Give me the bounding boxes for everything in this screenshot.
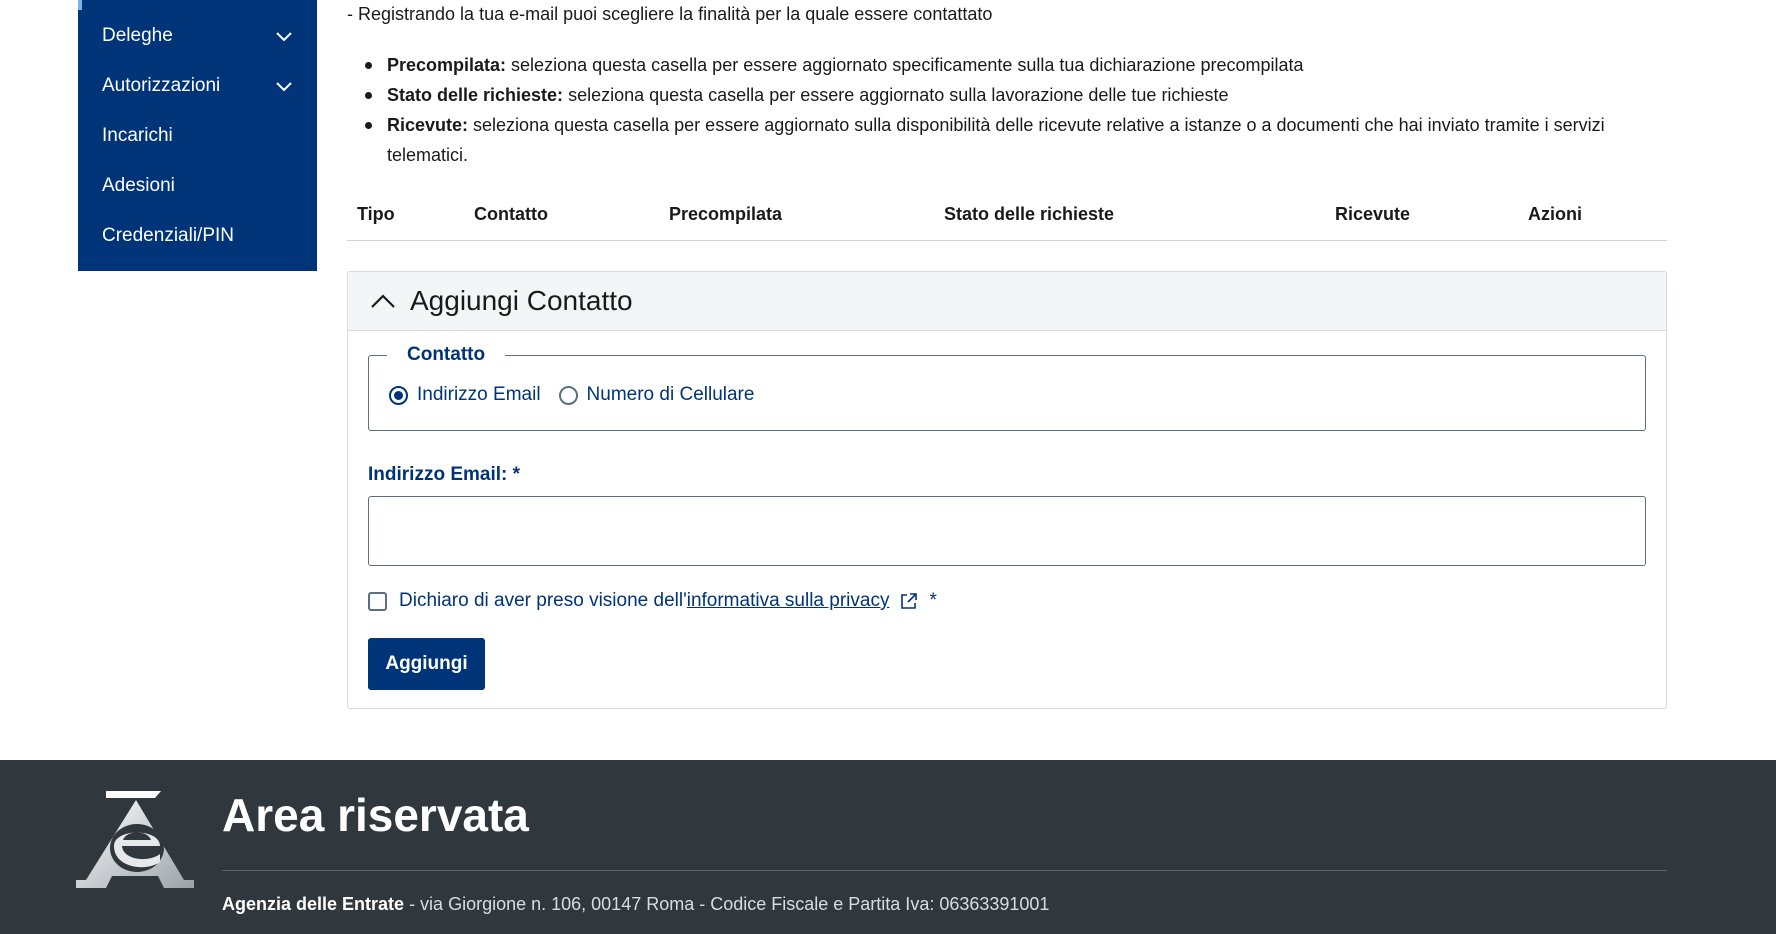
- list-item: Stato delle richieste: seleziona questa …: [347, 80, 1667, 110]
- footer-title: Area riservata: [222, 789, 529, 841]
- radio-cellulare-label[interactable]: Numero di Cellulare: [587, 384, 755, 406]
- radio-email-label[interactable]: Indirizzo Email: [417, 384, 541, 406]
- chevron-up-icon: [371, 294, 395, 308]
- bullet-term: Stato delle richieste:: [387, 85, 564, 105]
- footer-org: Agenzia delle Entrate: [222, 894, 405, 914]
- sidebar-item-credenziali[interactable]: Credenziali/PIN: [78, 211, 317, 261]
- accordion-title: Aggiungi Contatto: [410, 285, 633, 316]
- bullet-term: Ricevute:: [387, 115, 469, 135]
- privacy-consent: Dichiaro di aver preso visione dell' info…: [368, 590, 937, 612]
- footer-address-text: - via Giorgione n. 106, 00147 Roma - Cod…: [404, 894, 1050, 914]
- bullet-text: seleziona questa casella per essere aggi…: [563, 85, 1229, 105]
- footer-address: Agenzia delle Entrate - via Giorgione n.…: [222, 894, 1049, 915]
- sidebar-item-autorizzazioni[interactable]: Autorizzazioni: [78, 61, 317, 111]
- bullet-text: seleziona questa casella per essere aggi…: [506, 55, 1304, 75]
- external-link-icon[interactable]: [899, 591, 919, 611]
- required-mark: *: [929, 590, 937, 611]
- sidebar-item-label: Autorizzazioni: [102, 75, 221, 96]
- column-header-ricevute: Ricevute: [1335, 204, 1411, 224]
- add-contact-button[interactable]: Aggiungi: [368, 638, 485, 690]
- column-header-contatto: Contatto: [474, 204, 548, 224]
- sidebar-item-adesioni[interactable]: Adesioni: [78, 161, 317, 211]
- sidebar-item-label: Adesioni: [102, 175, 175, 196]
- site-footer: Area riservata Agenzia delle Entrate - v…: [0, 760, 1776, 934]
- column-header-stato: Stato delle richieste: [944, 204, 1115, 224]
- privacy-text: Dichiaro di aver preso visione dell': [399, 590, 687, 611]
- radio-email[interactable]: [389, 385, 408, 405]
- sidebar-item-label: Incarichi: [102, 125, 173, 146]
- footer-divider: [222, 870, 1667, 871]
- email-field[interactable]: [368, 496, 1646, 566]
- add-contact-accordion: Aggiungi Contatto Contatto Indirizzo Ema…: [347, 271, 1667, 709]
- sidebar-accent: [78, 0, 82, 10]
- privacy-checkbox[interactable]: [368, 591, 387, 611]
- sidebar-nav: Deleghe Autorizzazioni Incarichi Adesion…: [78, 0, 317, 271]
- list-item: Precompilata: seleziona questa casella p…: [347, 50, 1667, 80]
- sidebar-item-label: Credenziali/PIN: [102, 225, 234, 246]
- bullet-text: seleziona questa casella per essere aggi…: [387, 115, 1605, 165]
- accordion-header[interactable]: Aggiungi Contatto: [348, 272, 1666, 331]
- intro-text: - Registrando la tua e-mail puoi sceglie…: [347, 4, 993, 24]
- privacy-link[interactable]: informativa sulla privacy: [687, 590, 890, 612]
- fieldset-legend: Contatto: [387, 344, 506, 366]
- sidebar-item-incarichi[interactable]: Incarichi: [78, 111, 317, 161]
- chevron-down-icon: [276, 32, 292, 42]
- email-field-label: Indirizzo Email: *: [368, 464, 521, 485]
- contacts-table-header: Tipo Contatto Precompilata Stato delle r…: [347, 200, 1667, 241]
- contact-type-fieldset: Contatto Indirizzo Email Numero di Cellu…: [368, 344, 1646, 431]
- radio-cellulare[interactable]: [558, 385, 578, 405]
- sidebar-item-label: Deleghe: [102, 25, 173, 46]
- chevron-down-icon: [276, 82, 292, 92]
- purpose-list: Precompilata: seleziona questa casella p…: [347, 50, 1667, 170]
- list-item: Ricevute: seleziona questa casella per e…: [347, 110, 1667, 170]
- column-header-precompilata: Precompilata: [669, 204, 783, 224]
- bullet-term: Precompilata:: [387, 55, 507, 75]
- column-header-azioni: Azioni: [1528, 204, 1582, 224]
- sidebar-item-deleghe[interactable]: Deleghe: [78, 11, 317, 61]
- contact-type-options: Indirizzo Email Numero di Cellulare: [389, 384, 772, 406]
- column-header-tipo: Tipo: [357, 204, 395, 224]
- agenzia-entrate-logo: [76, 791, 194, 888]
